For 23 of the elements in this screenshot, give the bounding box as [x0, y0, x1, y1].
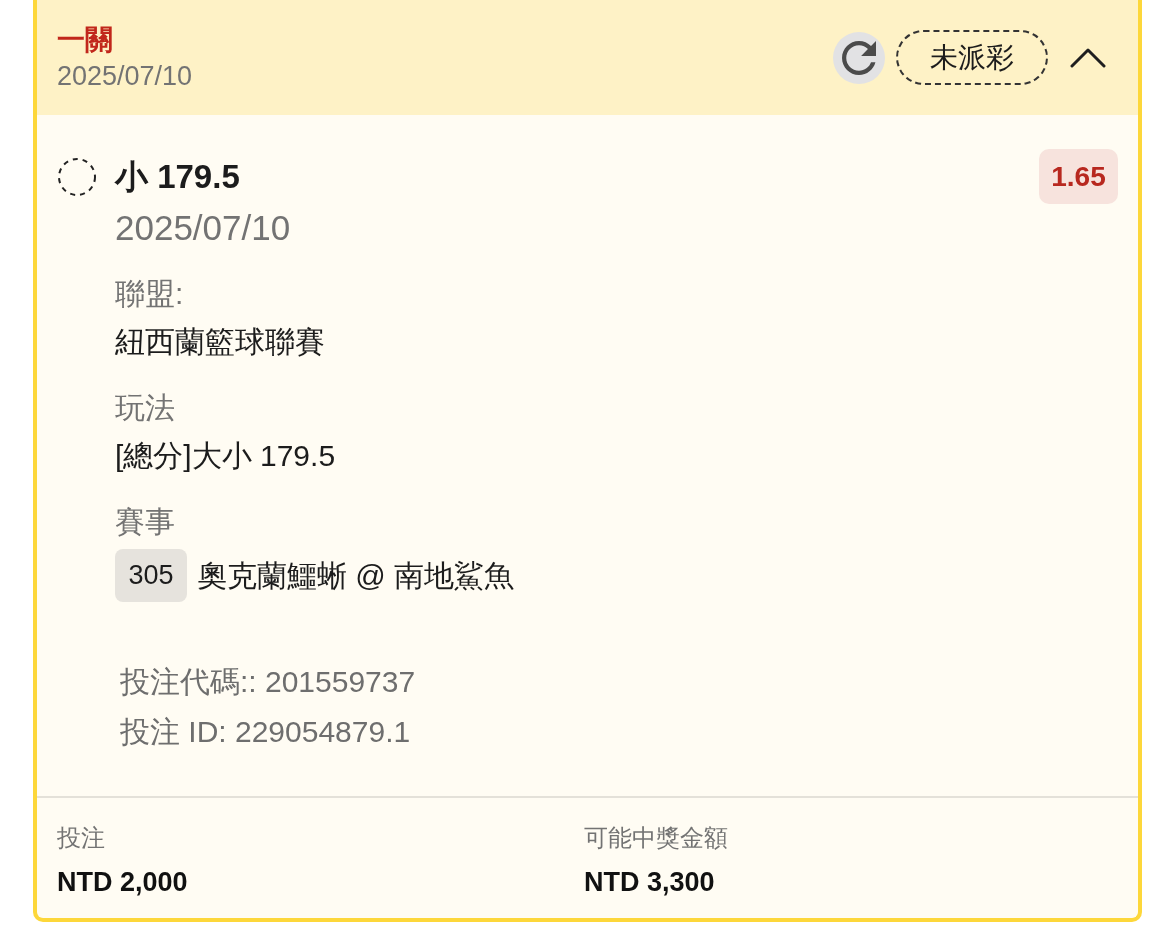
event-date: 2025/07/10 [115, 207, 292, 249]
detail-value: [總分]大小 179.5 [115, 438, 337, 474]
bet-type-title: 一關 [57, 22, 114, 57]
detail-label: 玩法 [115, 390, 176, 426]
bet-reference: 投注 ID: 229054879.1 [120, 714, 412, 750]
summary-label: 可能中獎金額 [584, 823, 729, 853]
refresh-button[interactable] [833, 31, 885, 84]
bet-reference: 投注代碼:: 201559737 [120, 664, 417, 700]
status-badge: 未派彩 [896, 30, 1048, 85]
detail-label: 聯盟: [115, 276, 185, 312]
match-number-badge: 305 [115, 549, 187, 602]
summary-label: 投注 [57, 823, 106, 853]
header-date: 2025/07/10 [57, 59, 194, 93]
detail-value: 紐西蘭籃球聯賽 [115, 324, 326, 360]
detail-label: 賽事 [115, 504, 176, 540]
summary-amount: NTD 3,300 [584, 866, 716, 899]
odds-badge: 1.65 [1039, 149, 1118, 204]
refresh-icon [842, 40, 876, 75]
selection-label: 小 179.5 [115, 156, 240, 197]
chevron-icon [1070, 47, 1106, 68]
match-teams: 奧克蘭鱷蜥 @ 南地鯊魚 [197, 557, 515, 594]
pending-status-icon [57, 156, 97, 197]
summary-amount: NTD 2,000 [57, 866, 189, 899]
